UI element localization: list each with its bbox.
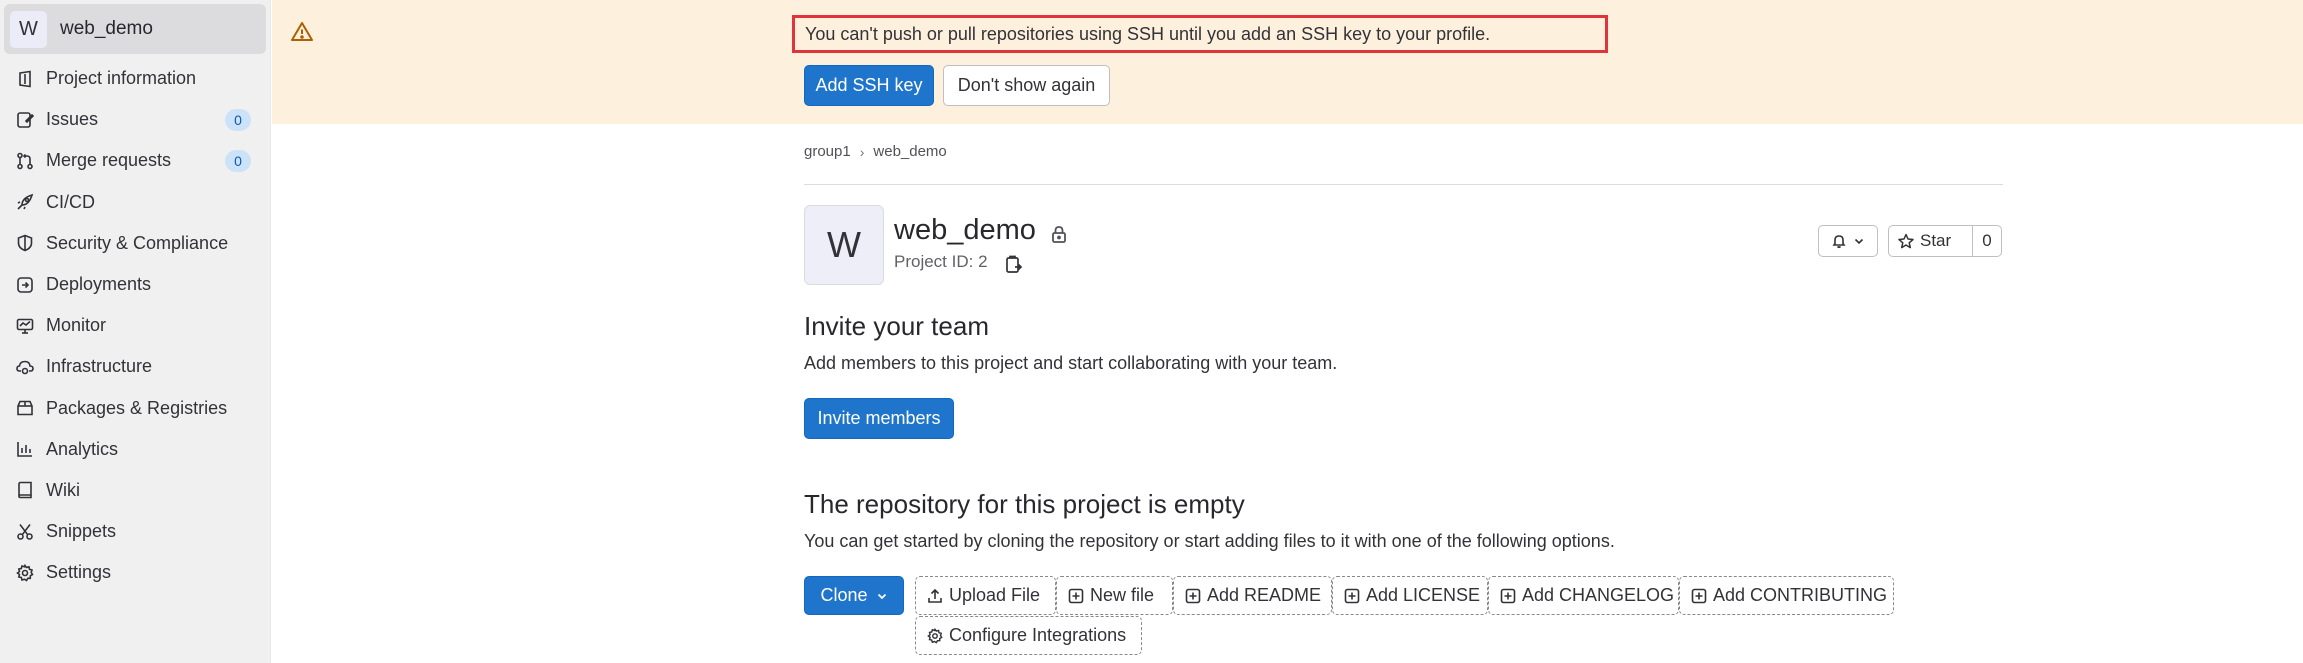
breadcrumb: group1 › web_demo bbox=[804, 143, 947, 160]
sidebar-item-merge-requests[interactable]: Merge requests 0 bbox=[0, 140, 271, 181]
sidebar-item-label: Packages & Registries bbox=[46, 397, 228, 418]
add-license-button[interactable]: Add LICENSE bbox=[1332, 576, 1488, 615]
plus-square-icon bbox=[1344, 588, 1360, 603]
gear-icon bbox=[927, 627, 943, 644]
sidebar-item-packages-registries[interactable]: Packages & Registries bbox=[0, 388, 271, 429]
breadcrumb-group-link[interactable]: group1 bbox=[804, 143, 851, 160]
merge-request-icon bbox=[16, 152, 34, 170]
sidebar: W web_demo Project information Issues 0 … bbox=[0, 0, 271, 663]
add-readme-label: Add README bbox=[1207, 585, 1322, 605]
sidebar-item-label: Project information bbox=[46, 68, 197, 89]
warning-icon bbox=[290, 20, 314, 44]
sidebar-item-settings[interactable]: Settings bbox=[0, 552, 271, 593]
add-contributing-button[interactable]: Add CONTRIBUTING bbox=[1679, 576, 1894, 615]
star-count[interactable]: 0 bbox=[1973, 226, 2001, 256]
new-file-button[interactable]: New file bbox=[1056, 576, 1173, 615]
plus-square-icon bbox=[1068, 588, 1084, 603]
upload-file-button[interactable]: Upload File bbox=[915, 576, 1056, 615]
book-icon bbox=[16, 481, 34, 499]
sidebar-item-label: Deployments bbox=[46, 274, 152, 295]
invite-members-button[interactable]: Invite members bbox=[804, 398, 954, 439]
clone-dropdown-button[interactable]: Clone bbox=[804, 576, 904, 615]
copy-icon[interactable] bbox=[1003, 254, 1025, 276]
sidebar-item-label: Monitor bbox=[46, 315, 107, 336]
sidebar-item-deployments[interactable]: Deployments bbox=[0, 264, 271, 305]
sidebar-item-label: CI/CD bbox=[46, 191, 95, 212]
package-icon bbox=[16, 399, 34, 417]
sidebar-item-label: Wiki bbox=[46, 479, 80, 500]
project-avatar-large: W bbox=[804, 205, 884, 285]
new-file-label: New file bbox=[1090, 585, 1155, 605]
sidebar-item-label: Merge requests bbox=[46, 150, 172, 171]
ssh-key-alert: You can't push or pull repositories usin… bbox=[272, 0, 2303, 124]
configure-integrations-button[interactable]: Configure Integrations bbox=[915, 616, 1142, 655]
invite-heading: Invite your team bbox=[804, 311, 989, 341]
chevron-down-icon bbox=[1853, 235, 1865, 247]
invite-text: Add members to this project and start co… bbox=[804, 353, 1338, 373]
breadcrumb-project-link[interactable]: web_demo bbox=[873, 143, 946, 160]
sidebar-nav: Project information Issues 0 Merge reque… bbox=[0, 58, 271, 593]
star-label: Star bbox=[1920, 231, 1952, 250]
sidebar-item-label: Issues bbox=[46, 109, 99, 130]
add-license-label: Add LICENSE bbox=[1366, 585, 1481, 605]
plus-square-icon bbox=[1500, 588, 1516, 603]
bell-icon bbox=[1831, 233, 1847, 249]
upload-file-label: Upload File bbox=[949, 585, 1041, 605]
notification-button[interactable] bbox=[1818, 225, 1878, 257]
main-content: group1 › web_demo W web_demo Project ID:… bbox=[272, 124, 2303, 663]
star-toggle[interactable]: Star bbox=[1889, 226, 1973, 256]
sidebar-item-label: Security & Compliance bbox=[46, 232, 229, 253]
issues-count-badge: 0 bbox=[225, 108, 251, 131]
empty-repo-heading: The repository for this project is empty bbox=[804, 489, 1245, 519]
sidebar-item-monitor[interactable]: Monitor bbox=[0, 305, 271, 346]
project-id: Project ID: 2 bbox=[894, 252, 988, 271]
add-changelog-button[interactable]: Add CHANGELOG bbox=[1488, 576, 1679, 615]
sidebar-item-ci-cd[interactable]: CI/CD bbox=[0, 182, 271, 223]
breadcrumb-chevron-icon: › bbox=[859, 143, 865, 160]
sidebar-item-security-compliance[interactable]: Security & Compliance bbox=[0, 223, 271, 264]
merge-requests-count-badge: 0 bbox=[225, 149, 251, 172]
add-changelog-label: Add CHANGELOG bbox=[1522, 585, 1675, 605]
dont-show-again-button[interactable]: Don't show again bbox=[943, 65, 1110, 106]
gear-icon bbox=[16, 563, 34, 582]
sidebar-project-header[interactable]: W web_demo bbox=[4, 4, 266, 54]
sidebar-item-issues[interactable]: Issues 0 bbox=[0, 99, 271, 140]
add-contributing-label: Add CONTRIBUTING bbox=[1713, 585, 1888, 605]
sidebar-item-label: Analytics bbox=[46, 438, 119, 459]
star-icon bbox=[1898, 233, 1914, 249]
project-avatar: W bbox=[10, 10, 47, 48]
lock-icon bbox=[1049, 224, 1069, 244]
chart-icon bbox=[16, 440, 34, 458]
add-readme-button[interactable]: Add README bbox=[1173, 576, 1332, 615]
rocket-icon bbox=[16, 193, 34, 211]
plus-square-icon bbox=[1691, 588, 1707, 603]
empty-repo-text: You can get started by cloning the repos… bbox=[804, 531, 1615, 551]
sidebar-item-label: Settings bbox=[46, 562, 112, 583]
snippet-icon bbox=[16, 523, 34, 541]
chevron-down-icon bbox=[877, 593, 886, 599]
plus-square-icon bbox=[1185, 588, 1201, 603]
configure-integrations-label: Configure Integrations bbox=[949, 625, 1127, 645]
sidebar-item-wiki[interactable]: Wiki bbox=[0, 470, 271, 511]
shield-icon bbox=[16, 234, 34, 252]
sidebar-item-infrastructure[interactable]: Infrastructure bbox=[0, 346, 271, 387]
sidebar-project-name: web_demo bbox=[60, 18, 153, 39]
monitor-icon bbox=[16, 317, 34, 335]
sidebar-item-project-information[interactable]: Project information bbox=[0, 58, 271, 99]
issues-icon bbox=[16, 111, 34, 129]
sidebar-item-analytics[interactable]: Analytics bbox=[0, 429, 271, 470]
sidebar-item-label: Infrastructure bbox=[46, 356, 153, 377]
add-ssh-key-button[interactable]: Add SSH key bbox=[804, 65, 934, 106]
star-button[interactable]: Star 0 bbox=[1888, 225, 2002, 257]
clone-label: Clone bbox=[820, 585, 868, 605]
sidebar-item-snippets[interactable]: Snippets bbox=[0, 511, 271, 552]
project-icon bbox=[16, 70, 34, 88]
page-title: web_demo bbox=[894, 214, 1036, 246]
header-divider bbox=[804, 184, 2003, 185]
upload-icon bbox=[928, 588, 942, 603]
sidebar-item-label: Snippets bbox=[46, 521, 117, 542]
deployments-icon bbox=[16, 276, 34, 294]
cloud-gear-icon bbox=[16, 358, 34, 376]
ssh-key-message: You can't push or pull repositories usin… bbox=[792, 15, 1608, 53]
